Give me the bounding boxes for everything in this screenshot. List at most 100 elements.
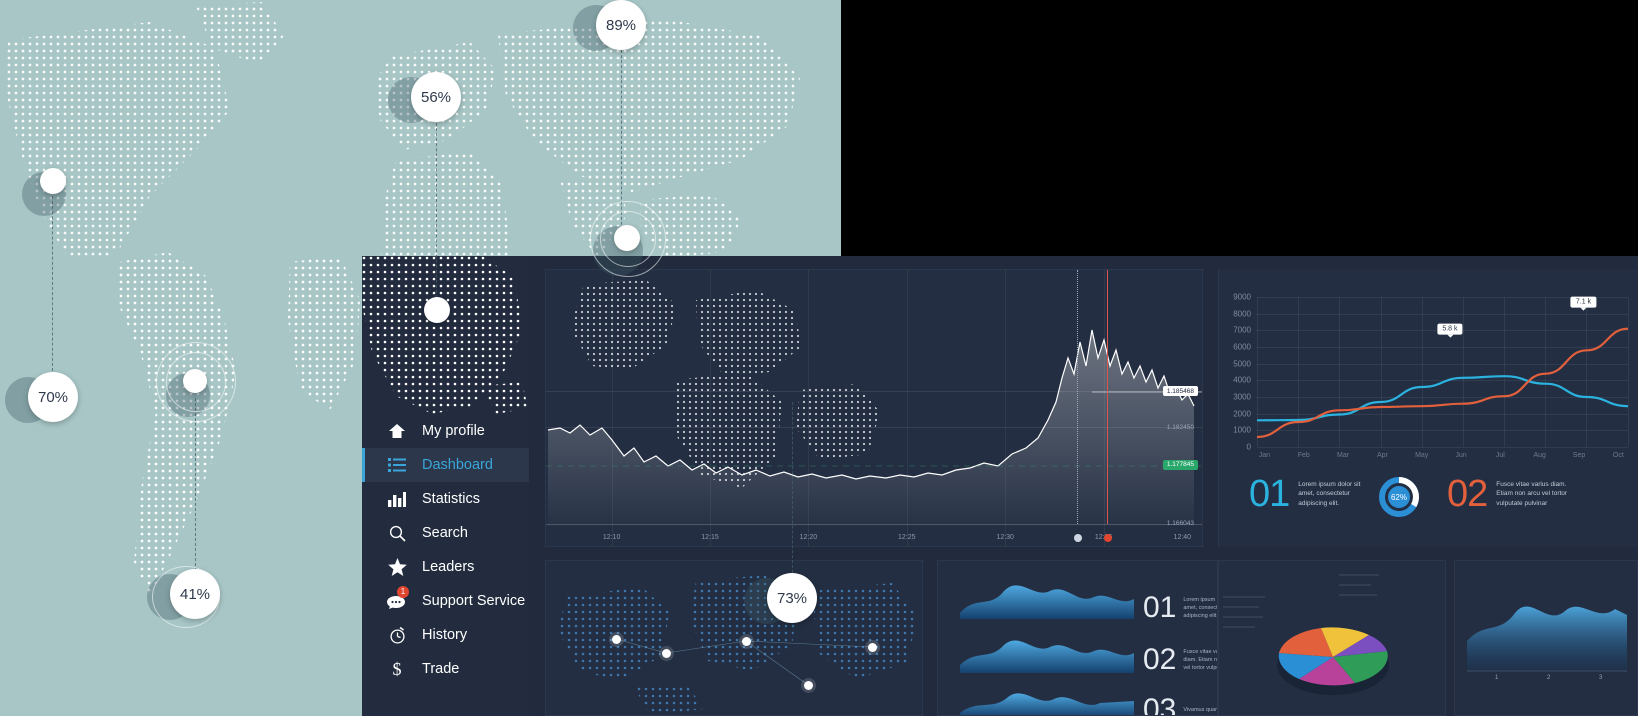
x-axis-tick: Jun bbox=[1455, 452, 1467, 459]
wave-row-02: 02 Fusce vitae varius diam. Etiam non ar… bbox=[1143, 643, 1217, 676]
price-tag-mid: 1.182450 bbox=[1166, 423, 1194, 431]
sidebar-item-label: Search bbox=[422, 525, 468, 541]
map-marker-41[interactable]: 41% bbox=[170, 569, 220, 619]
wave-list-panel: 01 Lorem ipsum dolor sit amet, consectet… bbox=[937, 560, 1218, 716]
bars-icon bbox=[386, 490, 408, 508]
x-axis-tick: Oct bbox=[1612, 452, 1624, 459]
sidebar-item-leaders[interactable]: Leaders bbox=[362, 550, 529, 584]
leader-line bbox=[52, 196, 53, 376]
wave-row-number: 03 bbox=[1143, 693, 1177, 716]
sparkline-panel: 1 2 3 bbox=[1454, 560, 1638, 716]
crosshair-cursor[interactable] bbox=[1077, 270, 1079, 524]
map-marker-label: 41% bbox=[179, 585, 211, 603]
line-chart-plot: 9000 8000 7000 6000 5000 4000 3000 2000 … bbox=[1233, 293, 1629, 459]
price-tag-current: 1.177845 bbox=[1162, 459, 1198, 470]
wave-row-text: Fusce vitae varius diam. Etiam non arcu … bbox=[1183, 648, 1217, 672]
wave-row-text: Lorem ipsum dolor sit amet, consectetur … bbox=[1183, 596, 1217, 620]
line-series-group bbox=[1257, 297, 1628, 447]
sidebar-item-label: History bbox=[422, 627, 468, 643]
sidebar-nav: My profile Dashboard Statistics Search L… bbox=[362, 414, 529, 686]
alert-dot-button[interactable] bbox=[1103, 534, 1112, 542]
sidebar-item-label: Support Service bbox=[422, 593, 526, 609]
sidebar-item-trade[interactable]: $ Trade bbox=[362, 652, 529, 686]
star-icon bbox=[386, 558, 408, 576]
sidebar-item-label: Statistics bbox=[422, 491, 481, 507]
sidebar-item-label: Trade bbox=[422, 661, 460, 677]
info-text: Lorem ipsum dolor sit amet, consectetur … bbox=[1298, 480, 1361, 507]
network-node[interactable] bbox=[612, 635, 621, 644]
sidebar-item-label: Leaders bbox=[422, 559, 475, 575]
y-axis-tick: 2000 bbox=[1233, 409, 1251, 419]
leader-line bbox=[195, 398, 196, 576]
spark-tick: 3 bbox=[1599, 675, 1603, 681]
network-node[interactable] bbox=[804, 681, 813, 690]
leader-line bbox=[792, 402, 793, 578]
sidebar-item-statistics[interactable]: Statistics bbox=[362, 482, 529, 516]
map-node[interactable] bbox=[183, 369, 207, 393]
dollar-icon: $ bbox=[386, 659, 408, 679]
trend-chart-panel: 9000 8000 7000 6000 5000 4000 3000 2000 … bbox=[1218, 269, 1638, 547]
info-number: 01 bbox=[1249, 473, 1290, 515]
info-number: 02 bbox=[1447, 473, 1488, 515]
time-tick: 12:30 bbox=[996, 534, 1014, 541]
wave-row-number: 02 bbox=[1143, 643, 1177, 676]
chat-icon: 1 bbox=[386, 586, 409, 610]
screen-root: 89% 56% 70% 41% 73% My profile Dashboard… bbox=[0, 0, 1638, 716]
world-map-lower bbox=[0, 256, 362, 716]
sidebar-item-my-profile[interactable]: My profile bbox=[362, 414, 529, 448]
y-axis-tick: 9000 bbox=[1233, 292, 1251, 302]
x-axis-tick: Jul bbox=[1495, 452, 1505, 459]
donut-value: 62% bbox=[1390, 492, 1407, 502]
sidebar-item-support-service[interactable]: 1 Support Service bbox=[362, 584, 529, 618]
x-axis-tick: Jan bbox=[1258, 452, 1271, 459]
price-area-series bbox=[546, 329, 1202, 526]
y-axis-tick: 0 bbox=[1246, 442, 1251, 452]
sidebar-item-dashboard[interactable]: Dashboard bbox=[362, 448, 529, 482]
pie-panel bbox=[1218, 560, 1446, 716]
sidebar-item-label: My profile bbox=[422, 423, 485, 439]
spark-tick: 2 bbox=[1547, 675, 1551, 681]
x-axis-tick: Mar bbox=[1337, 452, 1350, 459]
map-node[interactable] bbox=[40, 168, 66, 194]
time-tick: 12:25 bbox=[898, 534, 916, 541]
y-axis-tick: 5000 bbox=[1233, 359, 1251, 369]
home-icon bbox=[386, 422, 408, 440]
map-marker-73[interactable]: 73% bbox=[767, 573, 817, 623]
info-item-02: 02 Fusce vitae varius diam. Etiam non ar… bbox=[1447, 475, 1568, 513]
x-axis-tick: Feb bbox=[1297, 452, 1310, 459]
world-map-dots bbox=[0, 0, 841, 256]
map-node[interactable] bbox=[614, 225, 640, 251]
value-badge-7-1k: 7.1 k bbox=[1570, 296, 1597, 311]
sidebar-item-label: Dashboard bbox=[422, 457, 493, 473]
leader-line bbox=[436, 118, 437, 308]
map-marker-56[interactable]: 56% bbox=[411, 72, 461, 122]
value-badge-5-8k: 5.8 k bbox=[1437, 323, 1463, 338]
progress-donut: 62% bbox=[1379, 477, 1419, 517]
time-tick: 12:40 bbox=[1173, 534, 1192, 541]
map-marker-label: 70% bbox=[37, 388, 69, 406]
map-node[interactable] bbox=[424, 297, 450, 323]
wave-row-03: 03 Vivamus quam bbox=[1143, 693, 1217, 716]
sidebar-item-search[interactable]: Search bbox=[362, 516, 529, 550]
y-axis-tick: 8000 bbox=[1233, 309, 1251, 319]
forex-chart-panel: 1.185468 1.182450 1.177845 1.166043 12:1… bbox=[545, 269, 1203, 547]
map-marker-70[interactable]: 70% bbox=[28, 372, 78, 422]
map-marker-label: 73% bbox=[776, 589, 808, 607]
list-icon bbox=[386, 456, 408, 474]
network-node[interactable] bbox=[868, 643, 877, 652]
info-item-01: 01 Lorem ipsum dolor sit amet, consectet… bbox=[1249, 475, 1370, 513]
search-icon bbox=[386, 524, 408, 542]
map-marker-89[interactable]: 89% bbox=[596, 0, 646, 50]
info-text: Fusce vitae varius diam. Etiam non arcu … bbox=[1496, 480, 1568, 507]
world-map-top bbox=[0, 0, 841, 256]
network-node[interactable] bbox=[662, 649, 671, 658]
network-node[interactable] bbox=[742, 637, 751, 646]
x-axis-tick: Apr bbox=[1376, 452, 1388, 459]
y-axis-tick: 1000 bbox=[1233, 425, 1251, 435]
y-axis-tick: 4000 bbox=[1233, 375, 1251, 385]
x-axis-tick: Aug bbox=[1533, 452, 1546, 459]
wave-row-01: 01 Lorem ipsum dolor sit amet, consectet… bbox=[1143, 593, 1217, 623]
sidebar-item-history[interactable]: History bbox=[362, 618, 529, 652]
y-axis-tick: 6000 bbox=[1233, 342, 1251, 352]
sidebar: My profile Dashboard Statistics Search L… bbox=[362, 256, 529, 716]
